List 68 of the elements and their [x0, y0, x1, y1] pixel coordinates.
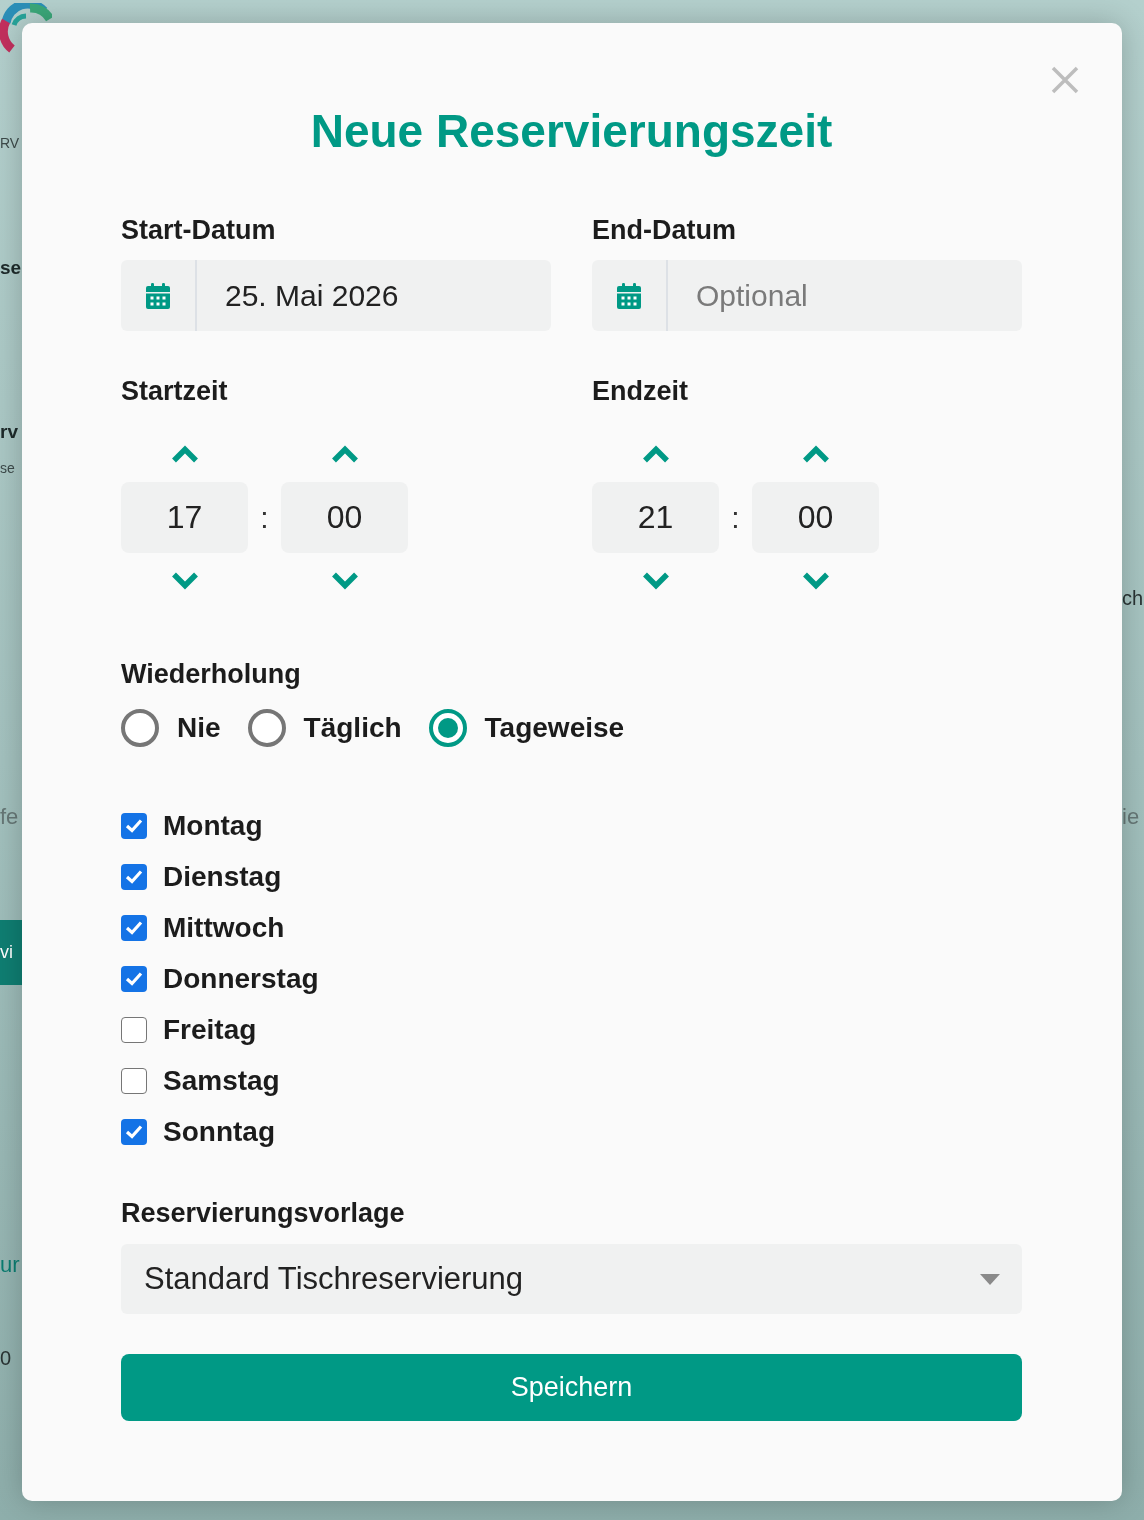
checkbox[interactable] [121, 1118, 147, 1145]
background-text: ch [1122, 586, 1144, 611]
template-select[interactable]: Standard Tischreservierung [121, 1244, 1022, 1314]
minute-field[interactable]: 00 [752, 482, 879, 553]
chevron-up-icon [330, 445, 359, 463]
field-label: Startzeit [121, 375, 229, 408]
radio-button[interactable] [121, 709, 159, 747]
check-icon [125, 971, 143, 986]
radio-label: Täglich [303, 711, 402, 745]
background-text: se [0, 256, 22, 280]
checkbox-label: Dienstag [163, 859, 282, 894]
hour-field[interactable]: 21 [592, 482, 719, 553]
background-text: ur [0, 1251, 21, 1279]
save-button[interactable]: Speichern [121, 1354, 1022, 1421]
checkbox[interactable] [121, 914, 147, 941]
checkbox[interactable] [121, 965, 147, 992]
checkbox[interactable] [121, 1067, 147, 1094]
calendar-icon [617, 282, 641, 309]
close-button[interactable] [1050, 65, 1080, 95]
check-icon [125, 1124, 143, 1139]
radio-label: Tageweise [484, 711, 625, 745]
radio-label: Nie [177, 711, 221, 745]
field-label: Start-Datum [121, 214, 277, 247]
caret-down-icon [980, 1273, 1000, 1285]
date-field[interactable]: Optional [592, 260, 1022, 331]
background-button[interactable]: vi [0, 920, 22, 985]
background-text: fe [0, 803, 20, 831]
checkbox-label: Freitag [163, 1012, 257, 1047]
background-text: ie [1122, 803, 1141, 831]
checkbox[interactable] [121, 863, 147, 890]
background-text: rv [0, 420, 19, 444]
background-text: se [0, 459, 16, 478]
dialog-title: Neue Reservierungszeit [309, 104, 834, 159]
date-input[interactable]: Optional [668, 260, 1022, 331]
check-icon [125, 818, 143, 833]
field-label: Reservierungsvorlage [121, 1197, 406, 1230]
field-label: Endzeit [592, 375, 689, 408]
chevron-up-icon [641, 445, 670, 463]
time-separator: : [260, 500, 269, 536]
checkbox[interactable] [121, 1016, 147, 1043]
logo-icon [0, 3, 52, 55]
date-input[interactable]: 25. Mai 2026 [197, 260, 551, 331]
checkbox[interactable] [121, 812, 147, 839]
radio-button[interactable] [247, 709, 286, 747]
chevron-down-icon [330, 572, 359, 590]
background-text: 0 [0, 1346, 13, 1371]
close-icon [1050, 65, 1080, 95]
chevron-down-icon [641, 572, 670, 590]
checkbox-label: Sonntag [163, 1114, 275, 1149]
field-label: End-Datum [592, 214, 737, 247]
minute-field[interactable]: 00 [281, 482, 408, 553]
calendar-icon [146, 282, 170, 309]
chevron-up-icon [801, 445, 830, 463]
time-separator: : [731, 500, 740, 536]
radio-button[interactable] [428, 709, 467, 747]
background-text: RV [0, 134, 21, 153]
chevron-down-icon [801, 572, 830, 590]
date-field[interactable]: 25. Mai 2026 [121, 260, 551, 331]
checkbox-label: Samstag [163, 1063, 280, 1098]
hour-field[interactable]: 17 [121, 482, 248, 553]
checkbox-label: Mittwoch [163, 910, 285, 945]
checkbox-label: Donnerstag [163, 961, 319, 996]
checkbox-label: Montag [163, 808, 263, 843]
field-label: Wiederholung [121, 658, 302, 691]
chevron-up-icon [170, 445, 199, 463]
check-icon [125, 869, 143, 884]
check-icon [125, 920, 143, 935]
chevron-down-icon [170, 572, 199, 590]
